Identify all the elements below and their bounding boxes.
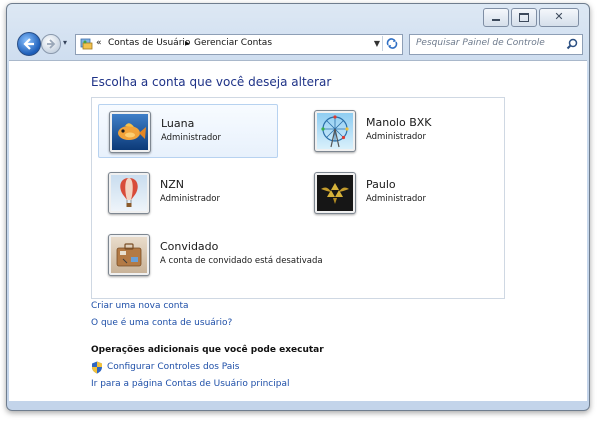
account-role: Administrador xyxy=(161,133,222,143)
account-name: Paulo xyxy=(366,178,396,191)
account-name: Convidado xyxy=(160,240,219,253)
additional-operations-title: Operações adicionais que você pode execu… xyxy=(91,345,324,355)
accounts-panel: Luana Administrador Manolo BXK Administr… xyxy=(91,97,505,299)
search-icon[interactable] xyxy=(566,38,578,50)
what-is-account-link[interactable]: O que é uma conta de usuário? xyxy=(91,318,232,328)
maximize-button[interactable] xyxy=(511,8,537,27)
refresh-icon xyxy=(386,38,398,49)
content-area: Escolha a conta que você deseja alterar … xyxy=(9,60,587,401)
breadcrumb-overflow[interactable]: « xyxy=(96,38,102,48)
account-name: Manolo BXK xyxy=(366,116,432,129)
forward-arrow-icon xyxy=(47,39,56,49)
account-role: Administrador xyxy=(160,194,221,204)
search-box[interactable]: Pesquisar Painel de Controle xyxy=(409,34,583,55)
triforce-avatar-icon xyxy=(314,172,356,214)
minimize-button[interactable] xyxy=(483,8,509,27)
breadcrumb-separator[interactable]: ▶ xyxy=(185,40,190,47)
close-button[interactable]: ✕ xyxy=(539,8,579,27)
parental-controls-link[interactable]: Configurar Controles dos Pais xyxy=(107,362,239,372)
search-placeholder: Pesquisar Painel de Controle xyxy=(416,38,545,48)
fish-avatar-icon xyxy=(109,111,151,153)
address-bar[interactable]: « Contas de Usuário ▶ Gerenciar Contas ▼ xyxy=(75,34,403,55)
forward-button[interactable] xyxy=(41,34,61,54)
create-account-link[interactable]: Criar uma nova conta xyxy=(91,301,189,311)
account-nzn[interactable]: NZN Administrador xyxy=(98,166,276,218)
ferris-wheel-avatar-icon xyxy=(314,110,356,152)
caption-buttons: ✕ xyxy=(481,8,579,27)
address-dropdown-icon[interactable]: ▼ xyxy=(374,39,380,48)
navigation-bar: ▾ « Contas de Usuário ▶ Gerenciar Contas… xyxy=(15,32,583,56)
account-luana[interactable]: Luana Administrador xyxy=(98,104,278,158)
page-title: Escolha a conta que você deseja alterar xyxy=(91,75,332,89)
refresh-button[interactable] xyxy=(382,36,401,51)
back-button[interactable] xyxy=(17,32,41,56)
account-role: Administrador xyxy=(366,194,427,204)
account-role: Administrador xyxy=(366,132,427,142)
guest-suitcase-avatar-icon xyxy=(108,234,150,276)
hot-air-balloon-avatar-icon xyxy=(108,172,150,214)
close-icon: ✕ xyxy=(554,10,564,23)
control-panel-window: ✕ ▾ « Contas de Usuário ▶ Gerenciar Cont… xyxy=(6,3,590,411)
shield-icon xyxy=(92,361,102,374)
breadcrumb-gerenciar-contas[interactable]: Gerenciar Contas xyxy=(194,38,272,48)
account-convidado[interactable]: Convidado A conta de convidado está desa… xyxy=(98,228,338,280)
account-name: NZN xyxy=(160,178,184,191)
back-arrow-icon xyxy=(23,38,34,50)
control-panel-icon xyxy=(80,38,93,50)
account-manolo-bxk[interactable]: Manolo BXK Administrador xyxy=(304,104,482,156)
main-user-accounts-link[interactable]: Ir para a página Contas de Usuário princ… xyxy=(91,379,289,389)
recent-pages-dropdown[interactable]: ▾ xyxy=(63,38,67,47)
account-paulo[interactable]: Paulo Administrador xyxy=(304,166,482,218)
account-name: Luana xyxy=(161,117,195,130)
account-role: A conta de convidado está desativada xyxy=(160,256,323,266)
breadcrumb-contas-de-usuario[interactable]: Contas de Usuário xyxy=(108,38,190,48)
